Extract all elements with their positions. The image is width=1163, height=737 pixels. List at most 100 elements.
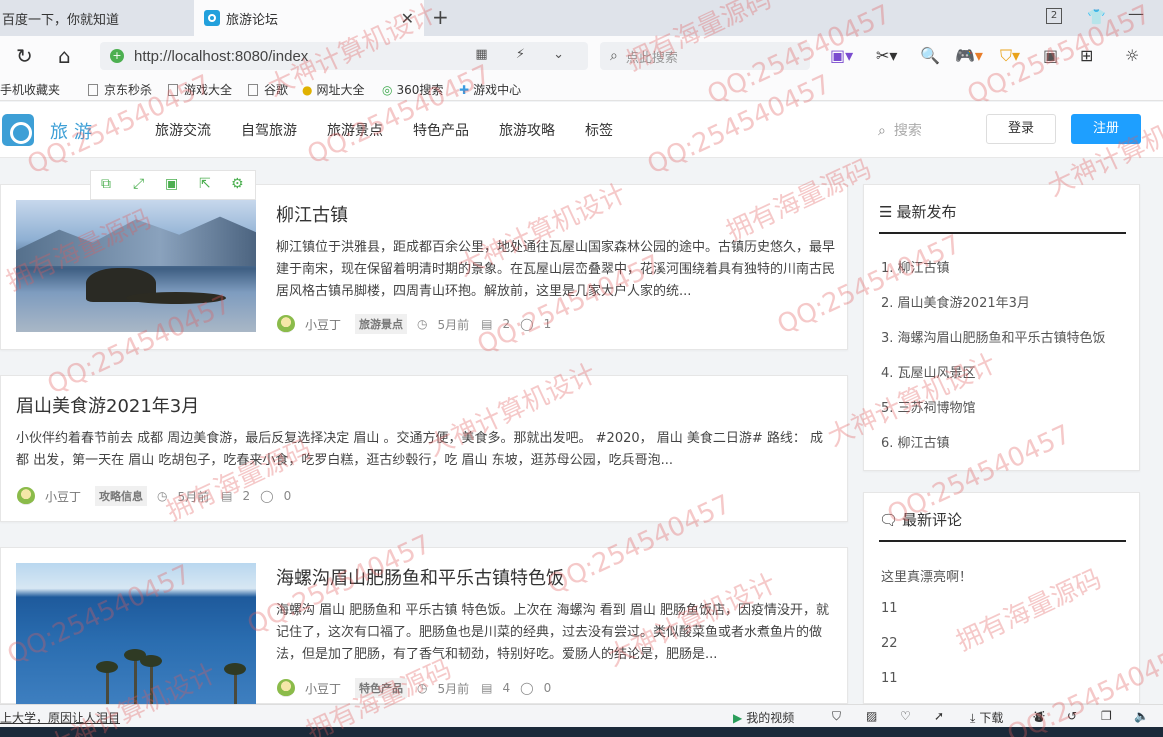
post-views: 2 [502, 317, 511, 331]
download[interactable]: ⤓ 下载 [970, 709, 1003, 726]
post-category[interactable]: 攻略信息 [95, 486, 148, 506]
post-title[interactable]: 海螺沟眉山肥肠鱼和平乐古镇特色饭 [276, 564, 564, 590]
nav-self-drive[interactable]: 自驾旅游 [241, 120, 297, 140]
post-card[interactable]: 柳江古镇 柳江镇位于洪雅县，距成都百余公里，地处通往瓦屋山国家森林公园的途中。古… [0, 184, 848, 350]
bookmark-360[interactable]: ◎ 360搜索 [382, 81, 443, 98]
post-author[interactable]: 小豆丁 [305, 680, 341, 697]
apps-grid-icon[interactable]: ⊞ [1080, 46, 1093, 65]
shield-icon[interactable]: ⛉ [832, 709, 841, 724]
post-title[interactable]: 柳江古镇 [276, 201, 348, 227]
fullscreen-icon[interactable]: ⤢ [133, 176, 144, 192]
post-time: 5月前 [177, 489, 210, 504]
post-card[interactable]: 眉山美食游2021年3月 小伙伴约着春节前去 成都 周边美食游，最后反复选择决定… [0, 375, 848, 522]
logo-icon[interactable] [2, 114, 34, 146]
site-search[interactable]: ⌕ 搜索 [878, 120, 922, 140]
magnifier-icon[interactable]: 🔍 [920, 46, 940, 65]
wallet-icon[interactable]: ▣ [1043, 46, 1058, 65]
bookmark-google[interactable]: 谷歌 [248, 81, 288, 98]
translate-icon[interactable]: ▣▾ [830, 46, 853, 65]
register-button[interactable]: 注册 [1071, 114, 1141, 144]
brightness-icon[interactable]: ☼ [1125, 46, 1139, 65]
browser-tabbar: 百度一下，你就知道 旅游论坛 ✕ + 2 👕 — [0, 0, 1163, 36]
window-icon[interactable]: ❐ [1101, 709, 1112, 723]
nav-guides[interactable]: 旅游攻略 [499, 120, 555, 140]
post-meta: 小豆丁 攻略信息 ◷ 5月前 ▤ 2 ◯ 0 [17, 486, 291, 506]
bookmark-gamecenter[interactable]: ✚ 游戏中心 [459, 81, 521, 98]
nav-scenic-spots[interactable]: 旅游景点 [327, 120, 383, 140]
comment-icon: ◯ [520, 317, 534, 331]
my-video[interactable]: ▶ 我的视频 [733, 709, 794, 726]
close-tab-icon[interactable]: ✕ [401, 9, 414, 28]
post-excerpt: 柳江镇位于洪雅县，距成都百余公里，地处通往瓦屋山国家森林公园的途中。古镇历史悠久… [276, 240, 836, 299]
share-icon[interactable]: ⇱ [199, 176, 211, 192]
latest-post-link[interactable]: 1. 柳江古镇 [881, 257, 950, 276]
comment-item[interactable]: 11 [881, 671, 898, 686]
download-icon: ⤓ [970, 711, 976, 725]
tab-count-badge[interactable]: 2 [1046, 8, 1062, 24]
copy-icon[interactable]: ⧉ [101, 176, 111, 192]
url-bar[interactable]: + http://localhost:8080/index ▦ ⚡ ⌄ [100, 42, 588, 70]
bookmark-jd[interactable]: 京东秒杀 [88, 81, 152, 98]
post-image[interactable] [16, 200, 256, 332]
clock-icon: ◷ [157, 489, 168, 503]
avatar[interactable] [277, 679, 295, 697]
search-icon: ⌕ [610, 48, 618, 64]
puzzle-icon: ✚ [459, 83, 470, 97]
save-icon[interactable]: ▣ [165, 176, 178, 192]
nav-specialties[interactable]: 特色产品 [413, 120, 469, 140]
avatar[interactable] [17, 487, 35, 505]
browser-search-box[interactable]: ⌕ 点此搜索 [600, 42, 810, 70]
latest-post-link[interactable]: 5. 三苏祠博物馆 [881, 397, 976, 416]
post-views: 4 [502, 681, 511, 695]
post-category[interactable]: 旅游景点 [355, 314, 408, 334]
browser-statusbar: 上大学，原因让人泪目 ▶ 我的视频 ⛉ ▨ ♡ ➚ ⤓ 下载 ⛇ ↺ ❐ 🔈 [0, 704, 1163, 727]
tab-travel-forum[interactable]: 旅游论坛 ✕ [194, 0, 424, 36]
home-icon[interactable]: ⌂ [58, 44, 71, 68]
spider-icon[interactable]: ⛇ [1033, 709, 1045, 726]
post-meta: 小豆丁 旅游景点 ◷ 5月前 ▤ 2 ◯ 1 [277, 314, 551, 334]
rocket-icon[interactable]: ➚ [934, 709, 944, 723]
new-tab-icon[interactable]: + [432, 5, 449, 29]
refresh-icon[interactable]: ↺ [1067, 709, 1077, 723]
nav-travel-exchange[interactable]: 旅游交流 [155, 120, 211, 140]
latest-posts-title: ☰ 最新发布 [879, 203, 957, 221]
post-card[interactable]: 海螺沟眉山肥肠鱼和平乐古镇特色饭 海螺沟 眉山 肥肠鱼和 平乐古镇 特色饭。上次… [0, 547, 848, 705]
latest-post-link[interactable]: 2. 眉山美食游2021年3月 [881, 292, 1030, 311]
heart-icon[interactable]: ♡ [900, 709, 911, 723]
url-text[interactable]: http://localhost:8080/index [134, 48, 308, 65]
image-icon[interactable]: ▨ [866, 709, 877, 723]
image-toolbar: ⧉ ⤢ ▣ ⇱ ⚙ [90, 170, 256, 200]
bookmark-games[interactable]: 游戏大全 [168, 81, 232, 98]
skin-icon[interactable]: 👕 [1087, 8, 1106, 26]
shield-icon[interactable]: ⛉▾ [1000, 46, 1020, 66]
url-actions-icon[interactable]: ▦ ⚡ ⌄ [475, 47, 576, 62]
volume-icon[interactable]: 🔈 [1134, 709, 1149, 723]
comment-item[interactable]: 11 [881, 601, 898, 616]
post-author[interactable]: 小豆丁 [305, 316, 341, 333]
avatar[interactable] [277, 315, 295, 333]
post-image[interactable] [16, 563, 256, 705]
palm-shape [150, 661, 153, 705]
bookmark-hao[interactable]: ● 网址大全 [302, 81, 365, 98]
nav-tags[interactable]: 标签 [585, 120, 613, 140]
post-author[interactable]: 小豆丁 [45, 488, 81, 505]
logo-text[interactable]: 旅游 [50, 118, 98, 144]
bookmark-mobile[interactable]: 手机收藏夹 [0, 81, 60, 98]
settings-icon[interactable]: ⚙ [231, 176, 244, 192]
comment-item[interactable]: 22 [881, 636, 898, 651]
page-icon [88, 84, 98, 96]
post-category[interactable]: 特色产品 [355, 678, 408, 698]
comment-item[interactable]: 这里真漂亮啊！ [881, 566, 972, 585]
latest-post-link[interactable]: 3. 海螺沟眉山肥肠鱼和平乐古镇特色饭 [881, 327, 1106, 346]
latest-post-link[interactable]: 6. 柳江古镇 [881, 432, 950, 451]
tab-baidu[interactable]: 百度一下，你就知道 [0, 0, 192, 36]
latest-post-link[interactable]: 4. 瓦屋山风景区 [881, 362, 976, 381]
game-icon[interactable]: 🎮▾ [955, 46, 983, 65]
news-ticker[interactable]: 上大学，原因让人泪目 [0, 709, 120, 726]
scissors-icon[interactable]: ✂▾ [876, 46, 897, 65]
post-title[interactable]: 眉山美食游2021年3月 [16, 392, 199, 418]
post-comments: 0 [283, 489, 292, 503]
login-button[interactable]: 登录 [986, 114, 1056, 144]
reload-icon[interactable]: ↻ [16, 44, 33, 68]
minimize-icon[interactable]: — [1128, 4, 1144, 23]
